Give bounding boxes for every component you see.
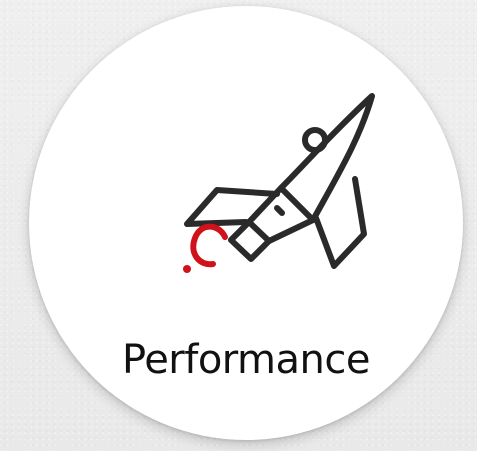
rocket-icon [179,84,389,284]
performance-badge: Performance [29,6,463,440]
performance-label: Performance [122,337,370,383]
